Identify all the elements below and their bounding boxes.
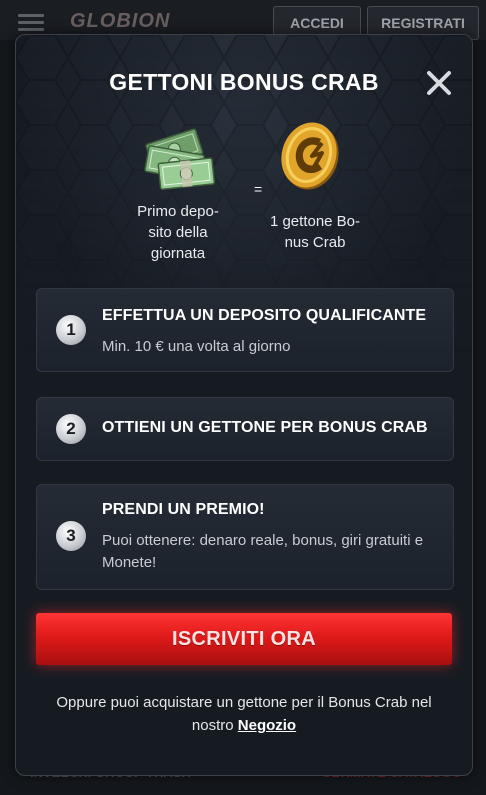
shop-note: Oppure puoi acquistare un gettone per il… <box>36 691 452 737</box>
signup-now-button[interactable]: ISCRIVITI ORA <box>36 613 452 665</box>
step-number-badge: 3 <box>56 521 86 551</box>
token-caption-line: nus Crab <box>284 234 346 251</box>
step-number-badge: 1 <box>56 315 86 345</box>
step-card-2: 2 OTTIENI UN GETTONE PER BONUS CRAB <box>36 397 454 461</box>
hamburger-menu-icon <box>18 14 44 31</box>
close-icon[interactable] <box>424 68 454 98</box>
step-title: PRENDI UN PREMIO! <box>102 501 265 518</box>
brand-logo: GLOBION <box>70 10 171 32</box>
step-description: Puoi ottenere: denaro reale, bonus, giri… <box>102 532 424 571</box>
cash-stack-icon <box>139 121 219 193</box>
shop-link[interactable]: Negozio <box>238 717 296 734</box>
bonus-crab-modal: GETTONI BONUS CRAB = Primo depo- sito de… <box>15 34 473 776</box>
token-caption-line: 1 gettone Bo- <box>269 213 361 230</box>
token-caption: 1 gettone Bo- nus Crab <box>260 211 370 253</box>
step-card-3: 3 PRENDI UN PREMIO! Puoi ottenere: denar… <box>36 484 454 590</box>
step-title: OTTIENI UN GETTONE PER BONUS CRAB <box>102 419 428 436</box>
deposit-caption: Primo depo- sito della giornata <box>128 201 228 264</box>
deposit-caption-line: Primo depo- <box>137 203 219 220</box>
equals-sign: = <box>254 181 263 197</box>
step-card-1: 1 EFFETTUA UN DEPOSITO QUALIFICANTE Min.… <box>36 288 454 372</box>
deposit-caption-line: giornata <box>150 245 206 262</box>
step-title: EFFETTUA UN DEPOSITO QUALIFICANTE <box>102 307 427 324</box>
step-description: Min. 10 € una volta al giorno <box>102 338 291 355</box>
deposit-caption-line: sito della <box>148 224 208 241</box>
crab-coin-icon <box>278 121 344 193</box>
step-number-badge: 2 <box>56 414 86 444</box>
modal-title: GETTONI BONUS CRAB <box>109 69 379 95</box>
